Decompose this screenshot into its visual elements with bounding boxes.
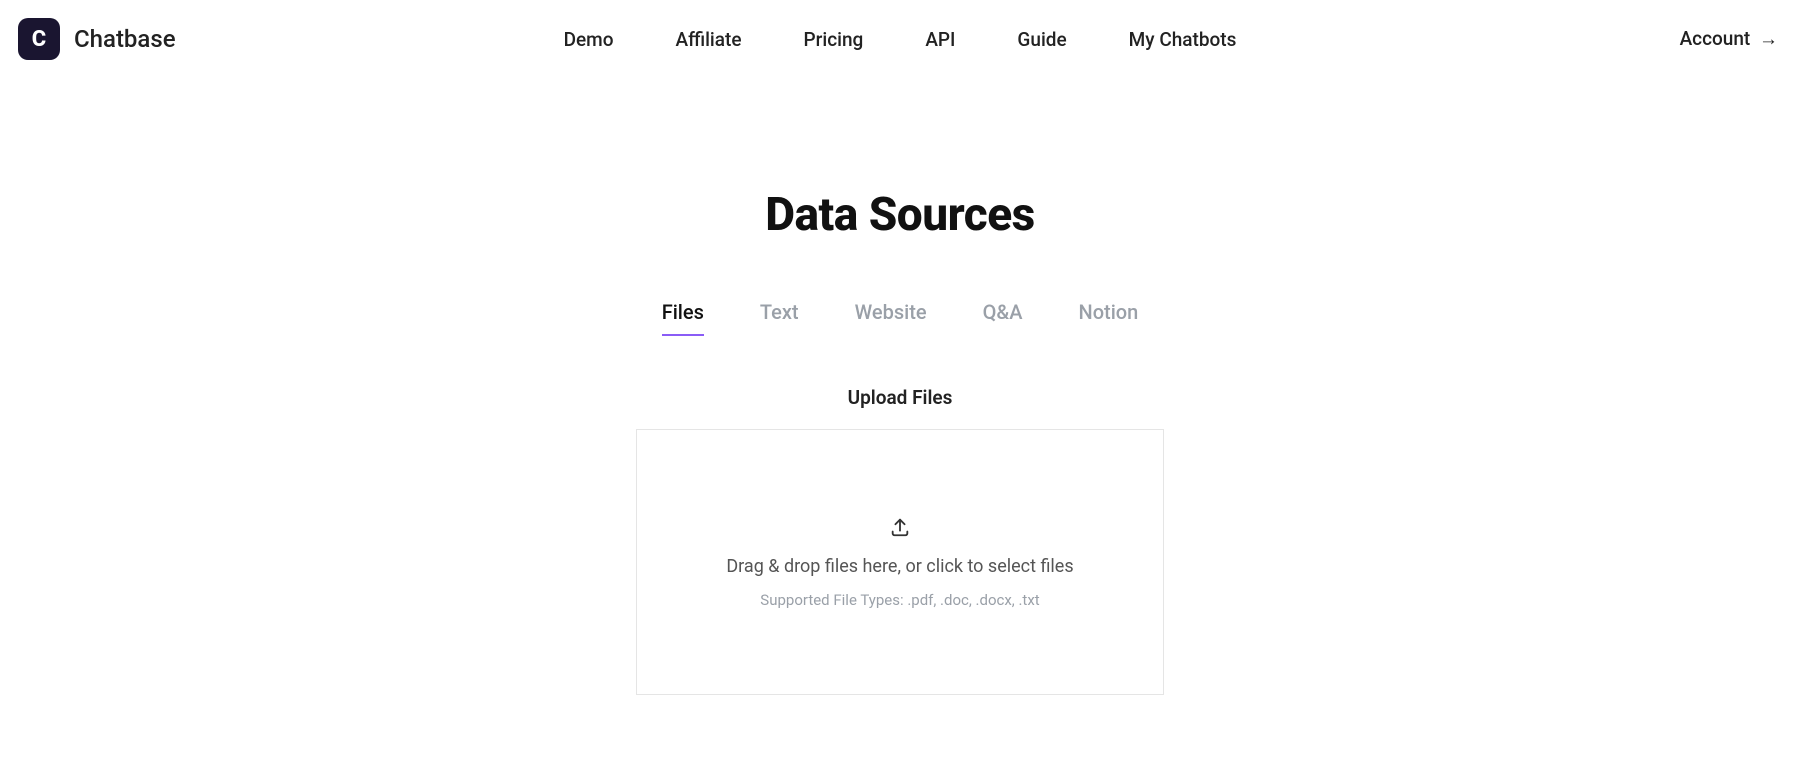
header: C Chatbase Demo Affiliate Pricing API Gu… [0, 0, 1800, 78]
account-link[interactable]: Account → [1680, 27, 1778, 51]
source-tabs: Files Text Website Q&A Notion [0, 300, 1800, 336]
upload-icon [889, 516, 911, 542]
primary-nav: Demo Affiliate Pricing API Guide My Chat… [564, 28, 1237, 51]
nav-link-affiliate[interactable]: Affiliate [675, 28, 741, 51]
tab-qa[interactable]: Q&A [983, 300, 1023, 336]
nav-link-api[interactable]: API [925, 28, 955, 51]
upload-section-label: Upload Files [0, 386, 1800, 409]
file-dropzone[interactable]: Drag & drop files here, or click to sele… [636, 429, 1164, 695]
nav-link-pricing[interactable]: Pricing [804, 28, 864, 51]
dropzone-instruction: Drag & drop files here, or click to sele… [726, 556, 1073, 577]
brand-logo-icon: C [18, 18, 60, 60]
nav-link-demo[interactable]: Demo [564, 28, 614, 51]
tab-text[interactable]: Text [760, 300, 799, 336]
dropzone-supported-types: Supported File Types: .pdf, .doc, .docx,… [760, 591, 1039, 609]
page-title: Data Sources [0, 188, 1800, 242]
main: Data Sources Files Text Website Q&A Noti… [0, 78, 1800, 695]
account-label: Account [1680, 27, 1751, 50]
tab-files[interactable]: Files [662, 300, 704, 336]
brand-name: Chatbase [74, 25, 176, 53]
arrow-right-icon: → [1759, 27, 1778, 50]
tab-notion[interactable]: Notion [1079, 300, 1139, 336]
nav-link-guide[interactable]: Guide [1017, 28, 1066, 51]
nav-link-my-chatbots[interactable]: My Chatbots [1129, 28, 1237, 51]
brand[interactable]: C Chatbase [18, 18, 176, 60]
tab-website[interactable]: Website [855, 300, 927, 336]
brand-logo-letter: C [32, 27, 46, 52]
